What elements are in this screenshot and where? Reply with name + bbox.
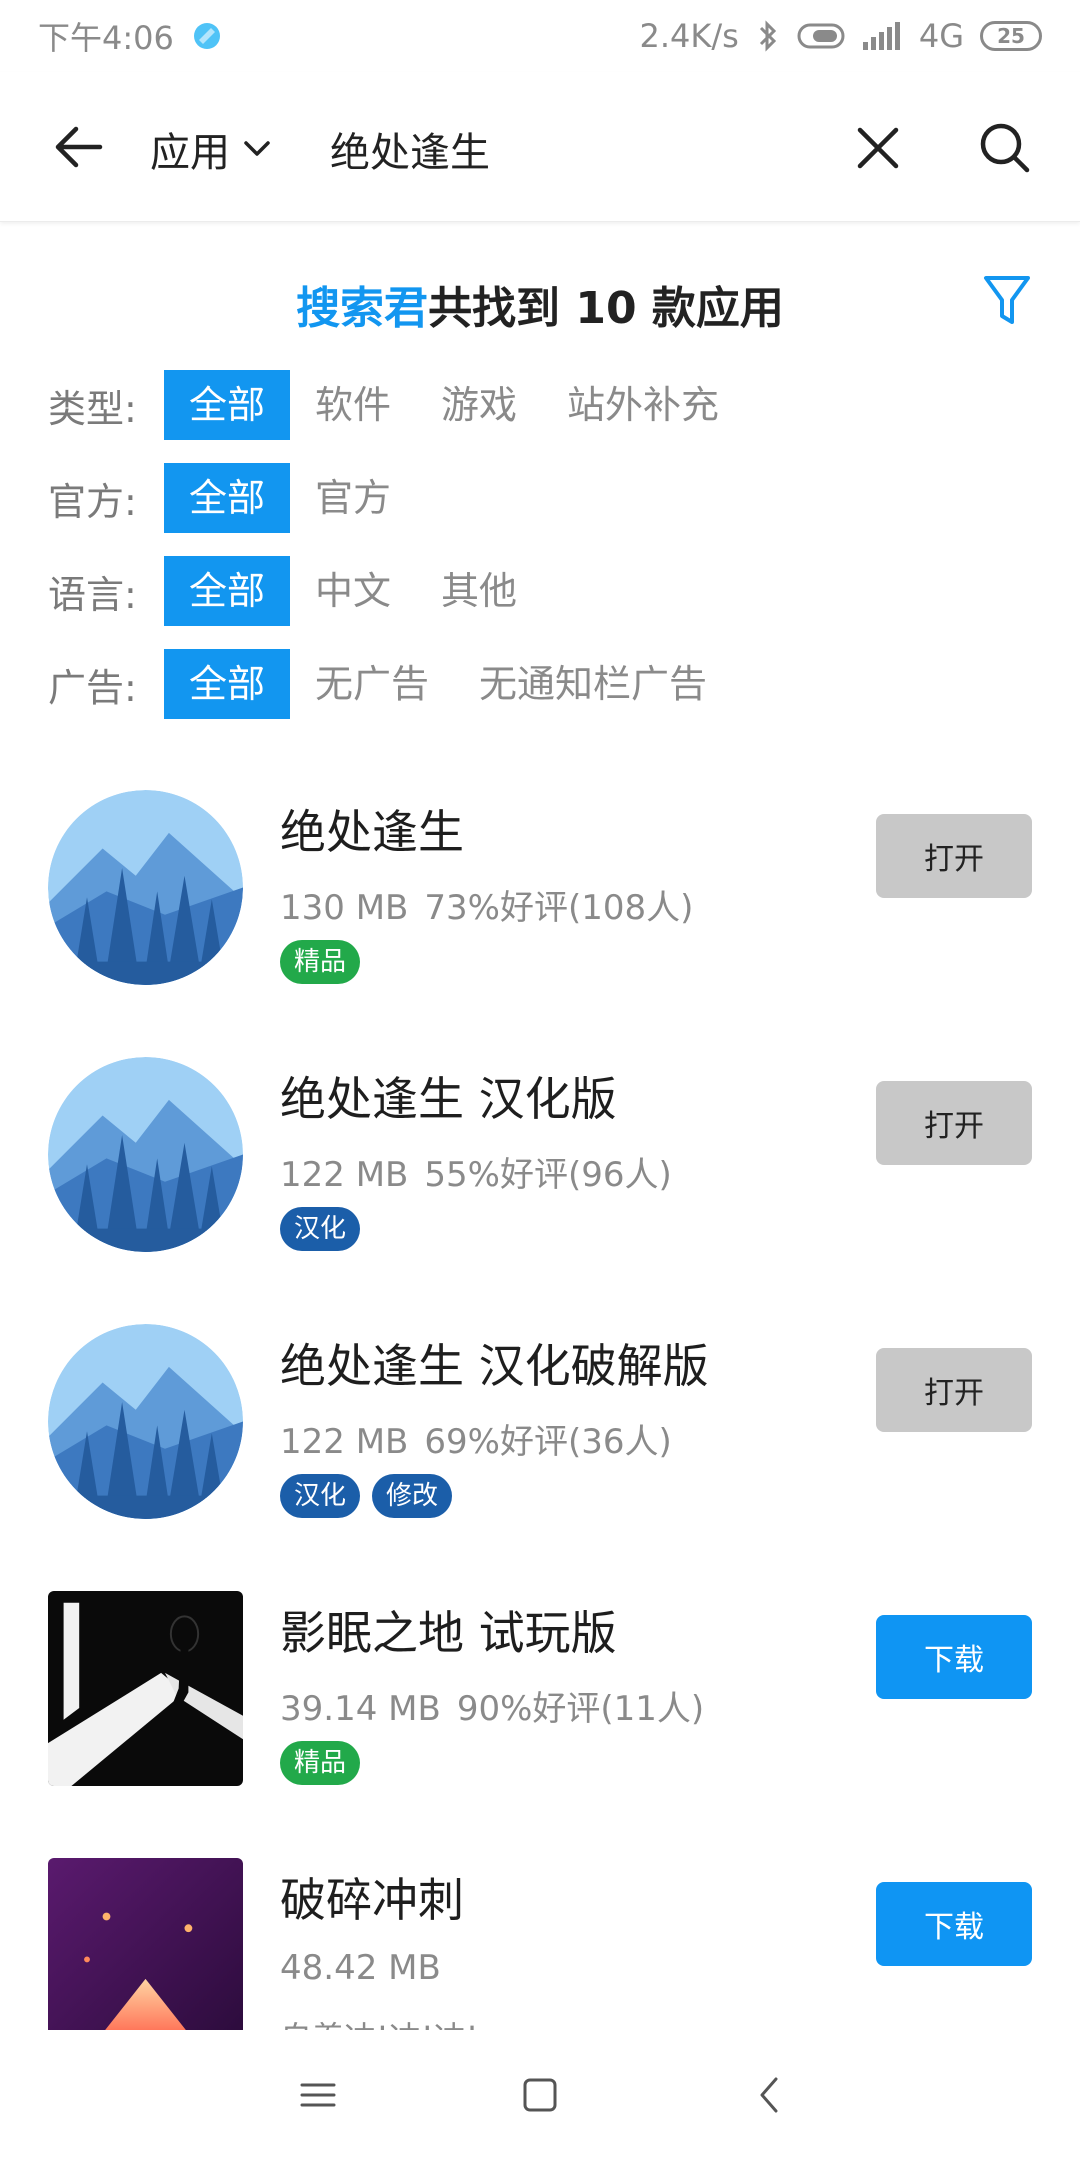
app-name: 影眠之地 试玩版 xyxy=(280,1606,617,1660)
app-size: 122 MB xyxy=(280,1155,409,1195)
filter-row-language: 语言: 全部 中文 其他 xyxy=(48,556,542,626)
app-name: 绝处逢生 汉化破解版 xyxy=(280,1339,709,1393)
filter-label: 广告: xyxy=(48,665,137,710)
filter-icon[interactable] xyxy=(982,272,1032,328)
filter-option-software[interactable]: 软件 xyxy=(290,370,416,440)
app-size: 48.42 MB xyxy=(280,1948,441,1988)
filter-option-games[interactable]: 游戏 xyxy=(416,370,542,440)
filter-row-type: 类型: 全部 软件 游戏 站外补充 xyxy=(48,370,744,440)
app-list: 绝处逢生 130 MB 73%好评(108人) 精品 打开 绝处逢生 汉化版 1… xyxy=(0,770,1080,2030)
filter-label: 语言: xyxy=(48,572,137,617)
app-notification-icon xyxy=(193,23,220,49)
filter-row-ads: 广告: 全部 无广告 无通知栏广告 xyxy=(48,649,732,719)
system-nav-bar xyxy=(0,2030,1080,2160)
filter-option-chinese[interactable]: 中文 xyxy=(290,556,416,626)
tag-featured: 精品 xyxy=(280,940,361,984)
app-subtitle: 自养冲!冲!冲! xyxy=(280,2013,479,2030)
tag-featured: 精品 xyxy=(280,1741,361,1785)
open-button[interactable]: 打开 xyxy=(876,1081,1032,1165)
back-arrow-icon[interactable] xyxy=(48,117,108,177)
app-rating: 73%好评(108人) xyxy=(424,888,694,928)
forest-app-icon xyxy=(48,1324,243,1519)
app-meta: 48.42 MB xyxy=(280,1948,441,1988)
open-button[interactable]: 打开 xyxy=(876,814,1032,898)
filter-option-all[interactable]: 全部 xyxy=(164,649,291,719)
signal-icon xyxy=(862,22,900,50)
battery-level: 25 xyxy=(997,24,1025,48)
filter-label: 官方: xyxy=(48,479,137,524)
app-meta: 39.14 MB 90%好评(11人) xyxy=(280,1681,704,1730)
app-size: 122 MB xyxy=(280,1422,409,1462)
app-meta: 122 MB 69%好评(36人) xyxy=(280,1414,672,1463)
bluetooth-icon xyxy=(759,20,776,52)
app-name: 破碎冲刺 xyxy=(280,1873,464,1927)
screen: 下午4:06 2.4K/s 4G 25 应用 绝处逢生 搜索君共找到 10 款应… xyxy=(0,0,1080,2160)
filter-option-external[interactable]: 站外补充 xyxy=(542,370,744,440)
app-meta: 122 MB 55%好评(96人) xyxy=(280,1147,672,1196)
forest-app-icon xyxy=(48,1057,243,1252)
filter-option-all[interactable]: 全部 xyxy=(164,463,291,533)
filter-row-official: 官方: 全部 官方 xyxy=(48,463,416,533)
search-icon[interactable] xyxy=(975,118,1035,178)
app-rating: 90%好评(11人) xyxy=(456,1689,705,1729)
tag-modified: 修改 xyxy=(372,1474,453,1518)
app-meta: 130 MB 73%好评(108人) xyxy=(280,880,693,929)
result-summary: 搜索君共找到 10 款应用 xyxy=(0,272,1080,336)
search-scope-label: 应用 xyxy=(150,130,230,176)
filter-option-other[interactable]: 其他 xyxy=(416,556,542,626)
list-item[interactable]: 破碎冲刺 48.42 MB 自养冲!冲!冲! 下载 xyxy=(0,1838,1080,2030)
filter-label: 类型: xyxy=(48,386,137,431)
list-item[interactable]: 绝处逢生 汉化版 122 MB 55%好评(96人) 汉化 打开 xyxy=(0,1037,1080,1304)
app-size: 130 MB xyxy=(280,888,409,928)
list-item[interactable]: 影眠之地 试玩版 39.14 MB 90%好评(11人) 精品 下载 xyxy=(0,1571,1080,1838)
app-name: 绝处逢生 汉化版 xyxy=(280,1072,617,1126)
forest-app-icon xyxy=(48,790,243,985)
app-rating: 55%好评(96人) xyxy=(424,1155,672,1195)
tag-group: 精品 xyxy=(280,1741,361,1785)
tag-group: 汉化 xyxy=(280,1207,361,1251)
search-scope-dropdown[interactable]: 应用 xyxy=(150,120,274,178)
app-size: 39.14 MB xyxy=(280,1689,441,1729)
battery-icon: 25 xyxy=(980,21,1042,51)
filter-option-all[interactable]: 全部 xyxy=(164,370,291,440)
tag-group: 汉化 修改 xyxy=(280,1474,453,1518)
back-icon[interactable] xyxy=(750,2075,790,2115)
open-button[interactable]: 打开 xyxy=(876,1348,1032,1432)
summary-brand: 搜索君 xyxy=(296,283,429,334)
filter-option-no-notification-ads[interactable]: 无通知栏广告 xyxy=(454,649,732,719)
list-item[interactable]: 绝处逢生 130 MB 73%好评(108人) 精品 打开 xyxy=(0,770,1080,1037)
net-speed: 2.4K/s xyxy=(639,17,739,55)
tag-localized: 汉化 xyxy=(280,1207,361,1251)
shadow-figure-app-icon xyxy=(48,1591,243,1786)
search-input[interactable]: 绝处逢生 xyxy=(330,120,490,178)
filter-option-all[interactable]: 全部 xyxy=(164,556,291,626)
filter-option-official[interactable]: 官方 xyxy=(290,463,416,533)
download-button[interactable]: 下载 xyxy=(876,1615,1032,1699)
status-bar: 下午4:06 2.4K/s 4G 25 xyxy=(0,0,1080,72)
close-icon[interactable] xyxy=(850,120,906,176)
menu-icon[interactable] xyxy=(298,2075,338,2115)
tag-group: 精品 xyxy=(280,940,361,984)
download-button[interactable]: 下载 xyxy=(876,1882,1032,1966)
toggle-icon xyxy=(797,23,845,49)
filter-option-no-ads[interactable]: 无广告 xyxy=(290,649,454,719)
network-type: 4G xyxy=(918,17,964,55)
list-item[interactable]: 绝处逢生 汉化破解版 122 MB 69%好评(36人) 汉化 修改 打开 xyxy=(0,1304,1080,1571)
summary-text: 共找到 10 款应用 xyxy=(428,283,784,334)
app-name: 绝处逢生 xyxy=(280,805,464,859)
tag-localized: 汉化 xyxy=(280,1474,361,1518)
pyramid-app-icon xyxy=(48,1858,243,2030)
home-icon[interactable] xyxy=(520,2075,560,2115)
app-rating: 69%好评(36人) xyxy=(424,1422,672,1462)
chevron-down-icon xyxy=(244,141,270,156)
search-header: 应用 绝处逢生 xyxy=(0,72,1080,222)
status-time: 下午4:06 xyxy=(38,19,174,57)
